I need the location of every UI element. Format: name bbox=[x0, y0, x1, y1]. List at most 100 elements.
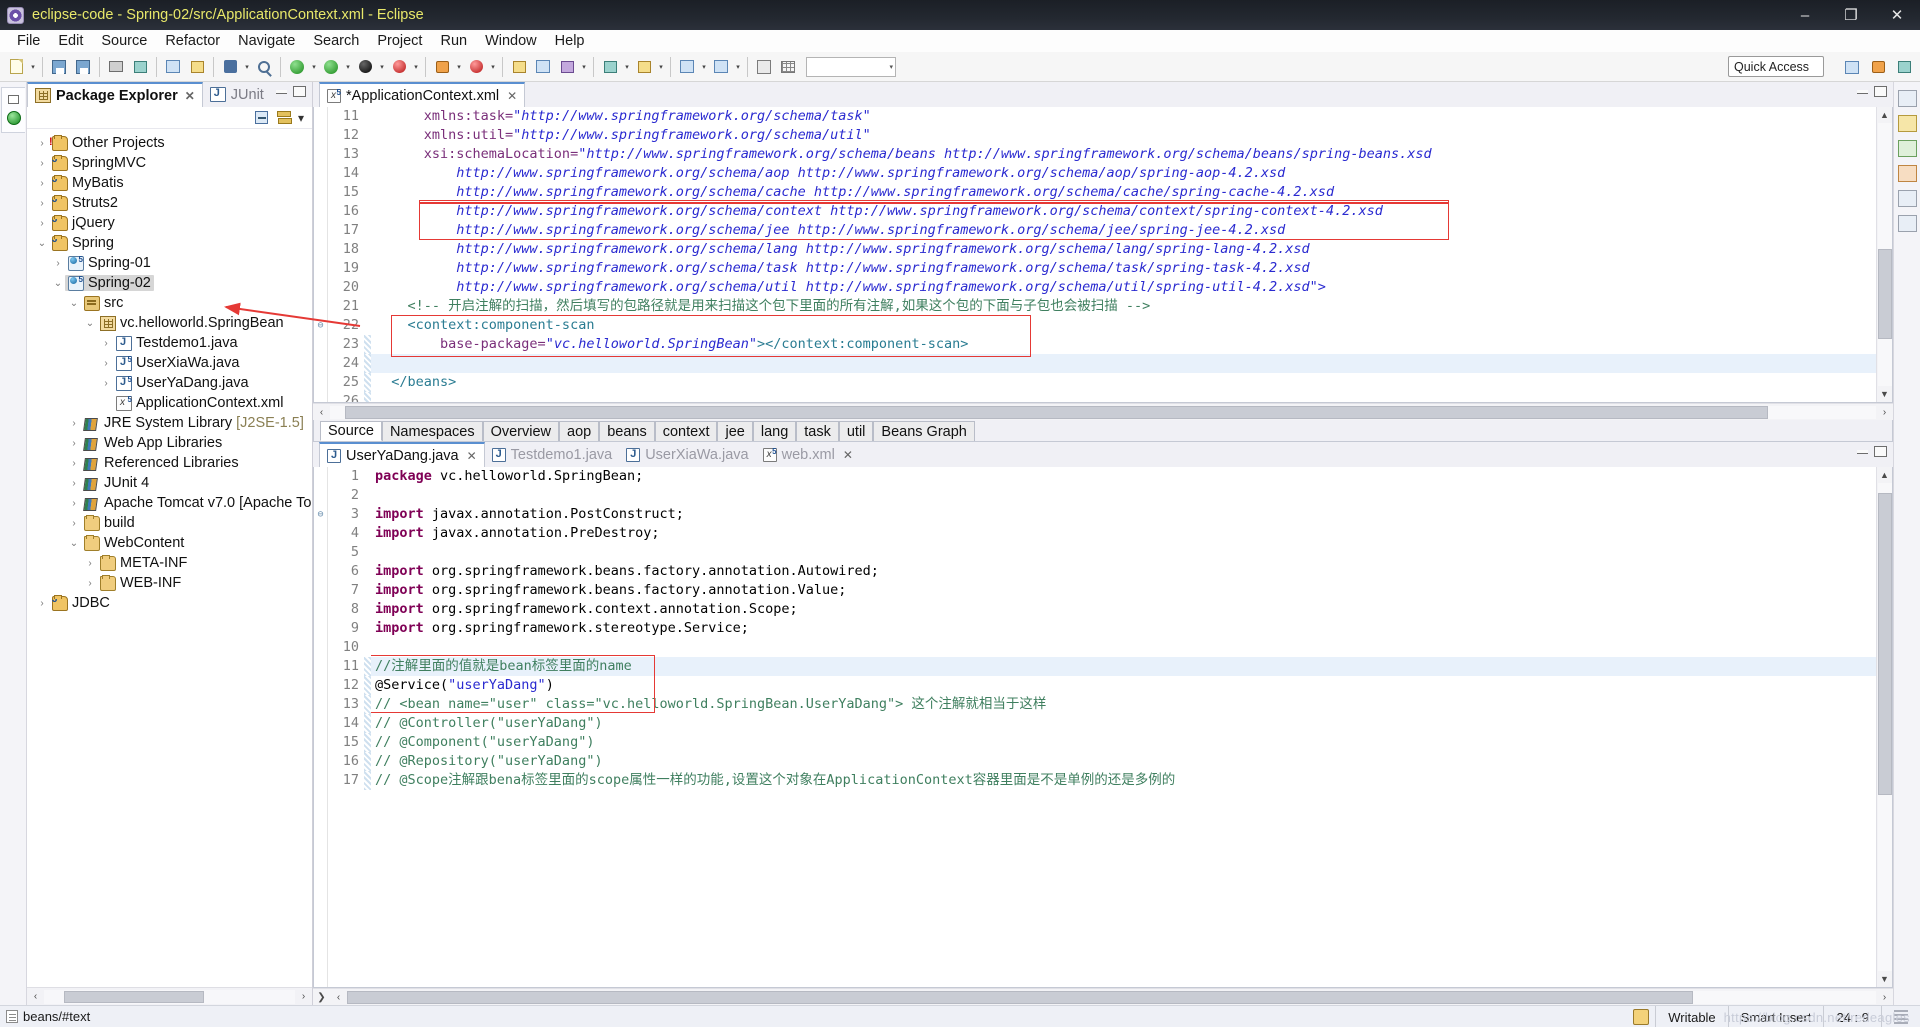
code-line[interactable] bbox=[371, 486, 1876, 505]
tab-package-explorer[interactable]: Package Explorer ✕ bbox=[27, 82, 203, 107]
build-button[interactable] bbox=[129, 56, 151, 78]
scroll-down-icon[interactable]: ▼ bbox=[1877, 971, 1893, 987]
previous-annotation-button[interactable] bbox=[633, 56, 655, 78]
scroll-right-icon[interactable]: › bbox=[1876, 989, 1893, 1006]
tab-userxiawa-java[interactable]: UserXiaWa.java bbox=[619, 442, 755, 467]
xml-folding-column[interactable]: ⊖ bbox=[314, 107, 328, 402]
save-button[interactable] bbox=[48, 56, 70, 78]
code-line[interactable]: import org.springframework.beans.factory… bbox=[371, 562, 1876, 581]
explorer-scroll-thumb[interactable] bbox=[64, 990, 204, 1003]
java-horizontal-scrollbar[interactable]: ❯ ‹ › bbox=[313, 988, 1893, 1005]
java-hscroll-track[interactable] bbox=[347, 990, 1876, 1004]
xml-form-tab-beans[interactable]: beans bbox=[599, 421, 655, 441]
code-line[interactable]: http://www.springframework.org/schema/co… bbox=[371, 202, 1876, 221]
code-line[interactable] bbox=[371, 392, 1876, 402]
profile-button[interactable] bbox=[465, 56, 487, 78]
menu-window[interactable]: Window bbox=[476, 32, 546, 50]
new-class-button[interactable] bbox=[532, 56, 554, 78]
chevron-right-icon[interactable]: › bbox=[35, 198, 49, 209]
tree-item-jquery[interactable]: › jQuery bbox=[27, 213, 312, 233]
code-line[interactable]: @Service("userYaDang") bbox=[371, 676, 1876, 695]
forward-dropdown-icon[interactable]: ▾ bbox=[733, 56, 743, 78]
new-java-class-button[interactable] bbox=[219, 56, 241, 78]
external-tools-button[interactable] bbox=[354, 56, 376, 78]
xml-form-tabs[interactable]: Source Namespaces Overview aop beans context j… bbox=[313, 420, 1893, 442]
code-line[interactable]: // @Controller("userYaDang") bbox=[371, 714, 1876, 733]
tab-applicationcontext-xml[interactable]: *ApplicationContext.xml ✕ bbox=[319, 82, 526, 107]
code-line[interactable] bbox=[371, 638, 1876, 657]
tree-item-junit-4[interactable]: › JUnit 4 bbox=[27, 473, 312, 493]
scroll-down-icon[interactable]: ▼ bbox=[1877, 386, 1893, 402]
java-vscroll-thumb[interactable] bbox=[1877, 492, 1892, 796]
chevron-right-icon[interactable]: › bbox=[35, 598, 49, 609]
maximize-button[interactable]: ❐ bbox=[1828, 0, 1874, 30]
perspective-java-ee-button[interactable] bbox=[1866, 55, 1890, 79]
menu-source[interactable]: Source bbox=[92, 32, 156, 50]
restore-view-button[interactable] bbox=[1, 87, 25, 133]
code-line[interactable]: import javax.annotation.PreDestroy; bbox=[371, 524, 1876, 543]
chevron-right-icon[interactable]: › bbox=[35, 178, 49, 189]
code-line[interactable]: //注解里面的值就是bean标签里面的name bbox=[371, 657, 1876, 676]
code-line[interactable]: http://www.springframework.org/schema/ta… bbox=[371, 259, 1876, 278]
previous-annotation-dropdown-icon[interactable]: ▾ bbox=[656, 56, 666, 78]
problems-view-icon[interactable] bbox=[1897, 215, 1917, 232]
code-line[interactable]: </beans> bbox=[371, 373, 1876, 392]
code-line[interactable]: <context:component-scan bbox=[371, 316, 1876, 335]
tree-item-mybatis[interactable]: › MyBatis bbox=[27, 173, 312, 193]
maximize-view-icon[interactable] bbox=[293, 86, 306, 97]
menu-help[interactable]: Help bbox=[546, 32, 594, 50]
perspective-java-button[interactable] bbox=[1892, 55, 1916, 79]
open-perspective-button[interactable] bbox=[1840, 55, 1864, 79]
minimize-button[interactable]: – bbox=[1782, 0, 1828, 30]
last-edit-dropdown-icon[interactable]: ▾ bbox=[622, 56, 632, 78]
toggle-mark-occurrences-button[interactable] bbox=[186, 56, 208, 78]
xml-vertical-scrollbar[interactable]: ▲ ▼ bbox=[1876, 107, 1892, 402]
new-wizard-button[interactable] bbox=[5, 56, 27, 78]
tree-item-src[interactable]: ⌄ src bbox=[27, 293, 312, 313]
code-line[interactable]: http://www.springframework.org/schema/la… bbox=[371, 240, 1876, 259]
tree-item-apache-tomcat-v7-0-apache-tom[interactable]: › Apache Tomcat v7.0 [Apache Tom bbox=[27, 493, 312, 513]
close-icon[interactable]: ✕ bbox=[843, 448, 853, 462]
chevron-right-icon[interactable]: › bbox=[35, 138, 49, 149]
java-vscroll-track[interactable] bbox=[1877, 483, 1892, 971]
back-button[interactable] bbox=[676, 56, 698, 78]
tab-useryadang-java[interactable]: UserYaDang.java ✕ bbox=[319, 442, 485, 467]
code-line[interactable] bbox=[371, 543, 1876, 562]
code-line[interactable]: <!-- 开启注解的扫描，然后填写的包路径就是用来扫描这个包下里面的所有注解,如… bbox=[371, 297, 1876, 316]
menu-edit[interactable]: Edit bbox=[49, 32, 92, 50]
maximize-editor-icon[interactable] bbox=[1874, 446, 1887, 457]
xml-form-tab-lang[interactable]: lang bbox=[752, 421, 797, 441]
coverage-dropdown-icon[interactable]: ▾ bbox=[411, 56, 421, 78]
code-line[interactable]: // <bean name="user" class="vc.helloworl… bbox=[371, 695, 1876, 714]
minimize-editor-icon[interactable] bbox=[1857, 89, 1868, 94]
chevron-right-icon[interactable]: › bbox=[67, 438, 81, 449]
tree-item-webcontent[interactable]: ⌄ WebContent bbox=[27, 533, 312, 553]
expand-view-icon[interactable]: ❯ bbox=[313, 989, 330, 1006]
new-server-dropdown-icon[interactable]: ▾ bbox=[454, 56, 464, 78]
perspective-combo[interactable]: ▾ bbox=[806, 56, 896, 77]
new-interface-button[interactable] bbox=[556, 56, 578, 78]
chevron-down-icon[interactable]: ⌄ bbox=[51, 278, 65, 289]
chevron-right-icon[interactable]: › bbox=[35, 218, 49, 229]
chevron-right-icon[interactable]: › bbox=[67, 518, 81, 529]
xml-form-tab-task[interactable]: task bbox=[796, 421, 839, 441]
chevron-right-icon[interactable]: › bbox=[67, 418, 81, 429]
xml-horizontal-scrollbar[interactable]: ‹ › bbox=[313, 403, 1893, 420]
collapse-all-icon[interactable] bbox=[254, 110, 270, 126]
properties-view-icon[interactable] bbox=[1897, 190, 1917, 207]
minimize-editor-icon[interactable] bbox=[1857, 449, 1868, 454]
tree-item-springmvc[interactable]: › SpringMVC bbox=[27, 153, 312, 173]
project-tree[interactable]: › Other Projects › SpringMVC › MyBatis › Struts… bbox=[27, 129, 312, 987]
servers-view-icon[interactable] bbox=[1897, 140, 1917, 157]
menu-run[interactable]: Run bbox=[431, 32, 476, 50]
new-package-button[interactable] bbox=[508, 56, 530, 78]
tree-item-spring-02[interactable]: ⌄ Spring-02 bbox=[27, 273, 312, 293]
minimize-view-icon[interactable] bbox=[276, 89, 287, 94]
menu-search[interactable]: Search bbox=[304, 32, 368, 50]
scroll-right-icon[interactable]: › bbox=[295, 988, 312, 1005]
close-icon[interactable]: ✕ bbox=[185, 89, 195, 103]
new-server-button[interactable] bbox=[431, 56, 453, 78]
chevron-right-icon[interactable]: › bbox=[83, 558, 97, 569]
maximize-editor-icon[interactable] bbox=[1874, 86, 1887, 97]
tree-item-useryadang-java[interactable]: › UserYaDang.java bbox=[27, 373, 312, 393]
